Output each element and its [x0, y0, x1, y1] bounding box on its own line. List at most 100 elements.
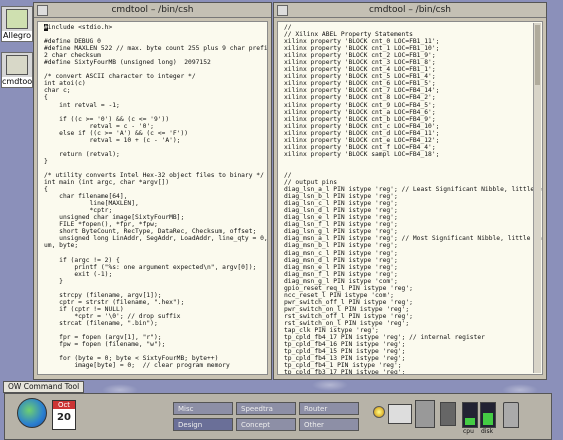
terminal-line: { [44, 94, 48, 102]
terminal-line: rst_switch_on_l PIN istype 'reg'; [284, 319, 410, 327]
cmdtool-window-right[interactable]: cmdtool – /bin/csh //// Xilinx ABEL Prop… [273, 2, 547, 380]
workspace-button-misc[interactable]: Misc [173, 402, 233, 415]
terminal-line: tp_cpld_fb4_15 PIN istype 'reg'; [284, 348, 406, 356]
desktop-icon-label: Allegro [2, 31, 32, 41]
terminal-line: xilinx property 'BLOCK cnt_9 LOC=FB4_5'; [284, 101, 436, 109]
terminal-line: strcpy (filename, argv[1]); [44, 291, 162, 299]
desktop-icon-allegro[interactable]: Allegro [1, 6, 33, 42]
workspace-button-design[interactable]: Design [173, 418, 233, 431]
cmdtool-window-left[interactable]: cmdtool – /bin/csh #include <stdio.h> #d… [33, 2, 272, 380]
window-titlebar[interactable]: cmdtool – /bin/csh [274, 3, 546, 18]
minimized-window-label[interactable]: OW Command Tool [3, 381, 85, 393]
terminal-line: char filename[64], [44, 193, 128, 201]
terminal-line: retval = 10 + (c - 'A'); [44, 136, 181, 144]
terminal-line: tp_cpld_fb4_13 PIN istype 'reg'; [284, 355, 406, 363]
vertical-scrollbar[interactable] [533, 23, 541, 373]
toolbox-icon[interactable] [440, 402, 456, 426]
terminal-line: xilinx property 'BLOCK sampl LOC=FB4_18'… [284, 150, 440, 158]
terminal-line: printf ("%s: one argument expected\n", a… [44, 263, 257, 271]
terminal-line: tp_cpld_fb3_17 PIN istype 'reg'; [284, 369, 406, 375]
cpu-meter [462, 402, 478, 428]
terminal-line: xilinx property 'BLOCK cnt_7 LOC=FB4_14'… [284, 87, 440, 95]
terminal-line: short ByteCount, RecType, DataRec, Check… [44, 228, 257, 236]
terminal-icon [6, 55, 28, 75]
terminal-line: diag_lsn_a_l PIN istype 'reg'; // Least … [284, 186, 543, 194]
terminal-line: cptr = strstr (filename, ".hex"); [44, 298, 185, 306]
terminal-line: FILE *fopen(), *fpr, *fpw; [44, 221, 158, 229]
terminal-text: #include <stdio.h> #define DEBUG 0 #defin… [38, 22, 268, 374]
terminal-line: // Xilinx ABEL Property Statements [284, 31, 413, 39]
terminal-line: if ((c >= '0') && (c <= '9')) [44, 115, 170, 123]
workspace-button-router[interactable]: Router [299, 402, 359, 415]
printer-icon[interactable] [388, 404, 412, 424]
terminal-line: pwr_switch_off_l PIN istype 'reg'; [284, 298, 413, 306]
allegro-icon [6, 9, 28, 29]
terminal-line: unsigned long LinAddr, SegAddr, LoadAddr… [44, 235, 268, 243]
terminal-line: xilinx property 'BLOCK cnt_a LOC=FB4_6'; [284, 108, 436, 116]
terminal-line: xilinx property 'BLOCK cnt_e LOC=FB4_12'… [284, 136, 440, 144]
terminal-line: exit (-1); [44, 270, 113, 278]
terminal-line: diag_msn_d_l PIN istype 'reg'; [284, 256, 398, 264]
terminal-line: for (byte = 0; byte < SixtyFourMB; byte+… [44, 355, 219, 363]
terminal-line: line[MAXLEN], [44, 200, 139, 208]
terminal-line: int atoi(c) [44, 80, 86, 88]
globe-icon[interactable] [17, 398, 47, 428]
workspace-button-other[interactable]: Other [299, 418, 359, 431]
cpu-label: cpu [463, 428, 474, 435]
terminal-line: // [284, 24, 292, 31]
scrollbar-thumb[interactable] [535, 25, 540, 85]
terminal-line: rst_switch_off_l PIN istype 'reg'; [284, 312, 413, 320]
terminal-line: gpio_reset_req_l PIN istype 'reg'; [284, 284, 413, 292]
terminal-line: xilinx property 'BLOCK cnt_0 LOC=FB1_11'… [284, 38, 440, 46]
terminal-line: diag_msn_b_l PIN istype 'reg'; [284, 242, 398, 250]
terminal-content[interactable]: #include <stdio.h> #define DEBUG 0 #defin… [37, 21, 268, 375]
trash-icon[interactable] [503, 402, 519, 428]
terminal-line: retval = c - '0'; [44, 122, 154, 130]
mailbox-icon[interactable] [415, 400, 435, 428]
terminal-line: tap_clk PIN istype 'reg'; [284, 327, 379, 335]
terminal-text: //// Xilinx ABEL Property Statements xili… [278, 22, 543, 375]
terminal-line: diag_msn_c_l PIN istype 'reg'; [284, 249, 398, 257]
terminal-line: int retval = -1; [44, 101, 120, 109]
terminal-line: tp_cpld_fb4_16 PIN istype 'reg'; [284, 341, 406, 349]
disk-label: disk [481, 428, 494, 435]
terminal-line: diag_msn_f_l PIN istype 'reg'; [284, 270, 398, 278]
terminal-line: #define DEBUG 0 [44, 38, 101, 46]
terminal-line: unsigned char image[SixtyFourMB]; [44, 214, 185, 222]
terminal-line: diag_msn_e_l PIN istype 'reg'; [284, 263, 398, 271]
terminal-line: xilinx property 'BLOCK cnt_4 LOC=FB1_1'; [284, 66, 436, 74]
terminal-line: image[byte] = 0; // clear program memory [44, 362, 230, 370]
window-titlebar[interactable]: cmdtool – /bin/csh [34, 3, 271, 18]
calendar-day: 20 [57, 412, 71, 423]
calendar-month: Oct [53, 401, 75, 409]
terminal-line: diag_msn_a_l PIN istype 'reg'; // Most S… [284, 235, 543, 243]
calendar-icon[interactable]: Oct 20 [52, 400, 76, 430]
window-menu-button[interactable] [37, 5, 48, 16]
terminal-line: *cptr = '\0'; // drop suffix [44, 312, 181, 320]
terminal-line: ncc_reset_l PIN istype 'com'; [284, 291, 394, 299]
terminal-line: // [284, 171, 292, 179]
front-panel: Oct 20 Misc Speedtra Router Design Conce… [4, 393, 552, 440]
window-title: cmdtool – /bin/csh [111, 5, 194, 15]
terminal-line: xilinx property 'BLOCK cnt_1 LOC=FB1_10'… [284, 45, 440, 53]
desktop-icon-cmdtool[interactable]: cmdtoo [1, 52, 33, 88]
window-title: cmdtool – /bin/csh [368, 5, 451, 15]
terminal-line: else if ((c >= 'A') && (c <= 'F')) [44, 129, 189, 137]
window-menu-button[interactable] [277, 5, 288, 16]
lock-icon[interactable] [373, 406, 385, 418]
workspace-button-speedtra[interactable]: Speedtra [236, 402, 296, 415]
terminal-line: um, byte; [44, 242, 79, 250]
terminal-line: { [44, 186, 48, 194]
terminal-line: diag_lsn_f_l PIN istype 'reg'; [284, 221, 398, 229]
terminal-content[interactable]: //// Xilinx ABEL Property Statements xili… [277, 21, 543, 375]
workspace-button-concept[interactable]: Concept [236, 418, 296, 431]
terminal-line: diag_lsn_g_l PIN istype 'reg'; [284, 228, 398, 236]
terminal-line: *cptr; [44, 207, 113, 215]
